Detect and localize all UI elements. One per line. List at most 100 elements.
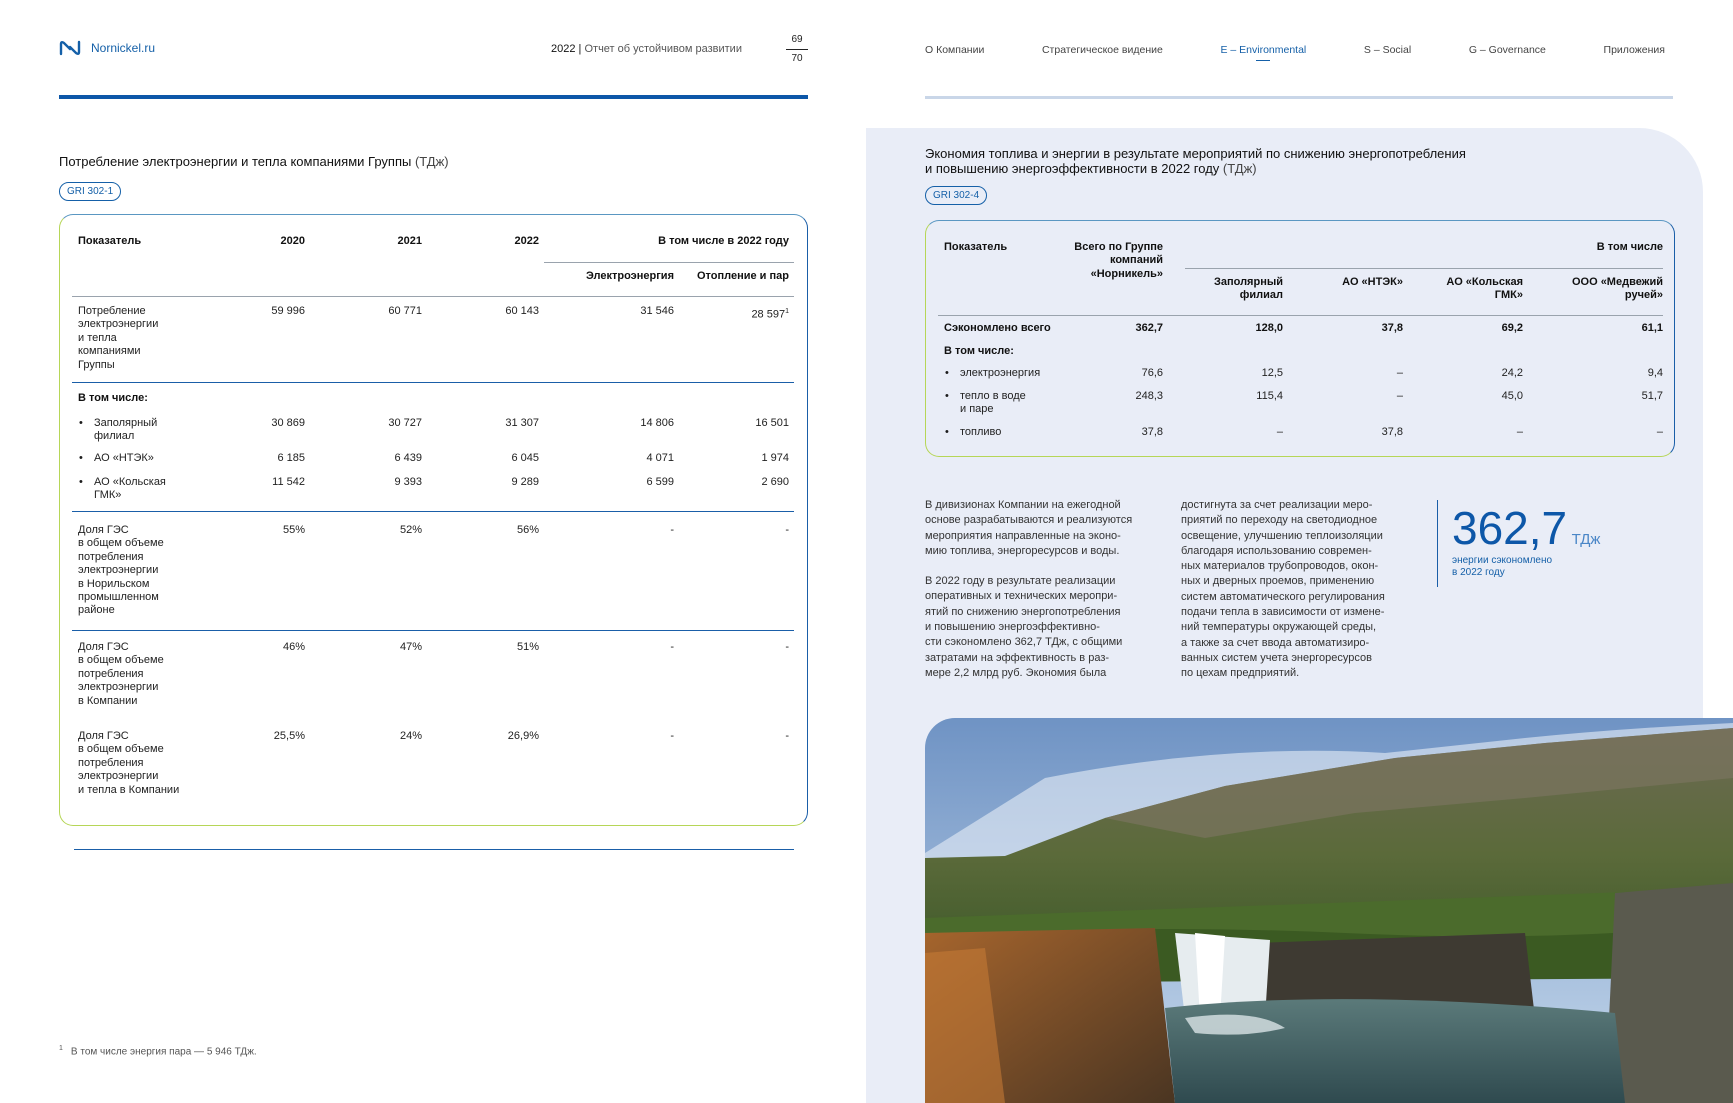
row-total-electricity: 31 546 — [640, 305, 674, 317]
nav-item-governance[interactable]: G – Governance — [1469, 44, 1546, 56]
left-table-unit: (ТДж) — [414, 154, 449, 169]
r-col-header-incl: В том числе — [1596, 241, 1663, 253]
page-total: 70 — [791, 53, 803, 64]
paragraph-1: В дивизионах Компании на ежегодной основ… — [925, 499, 1133, 557]
r-row-heat-total: 248,3 — [1135, 390, 1163, 402]
row-hpp-norilsk-2020: 55% — [282, 524, 305, 536]
row-hpp-total-2021: 24% — [399, 730, 422, 742]
nav-item-strategy[interactable]: Стратегическое видение — [1042, 44, 1163, 56]
r-row-heat-kola: 45,0 — [1501, 390, 1523, 402]
r-row-fuel-total: 37,8 — [1141, 426, 1163, 438]
nav-item-company[interactable]: О Компании — [925, 44, 984, 56]
header-rule — [72, 296, 794, 297]
gri-badge-right[interactable]: GRI 302-4 — [925, 186, 988, 205]
row-hpp-total-heat: - — [785, 730, 789, 742]
col-header-indicator: Показатель — [78, 235, 142, 247]
nav-item-appendices[interactable]: Приложения — [1604, 44, 1665, 56]
row-total-2020: 59 996 — [271, 305, 305, 317]
left-table: Показатель 2020 2021 2022 В том числе в … — [59, 214, 808, 826]
col-header-2022: 2022 — [514, 235, 539, 247]
r-row-el-total: 76,6 — [1141, 367, 1163, 379]
bullet-icon: • — [79, 417, 83, 429]
logo[interactable]: Nornickel.ru — [59, 40, 155, 56]
r-col-header-indicator: Показатель — [944, 241, 1008, 253]
nav-item-social[interactable]: S – Social — [1364, 44, 1411, 56]
row-zf-2022: 31 307 — [505, 417, 539, 429]
top-navigation: О Компании Стратегическое видение E – En… — [925, 44, 1665, 61]
row-kola-electricity: 6 599 — [646, 476, 674, 488]
r-row-fuel-ntek: 37,8 — [1381, 426, 1403, 438]
row-hpp-norilsk-2021: 52% — [399, 524, 422, 536]
footnote-mark: 1 — [59, 1045, 63, 1052]
waterfall-landscape-image — [925, 718, 1733, 1103]
r-row-saved-zf: 128,0 — [1255, 322, 1283, 334]
right-table-title: Экономия топлива и энергии в результате … — [925, 146, 1625, 176]
row-hpp-norilsk-electricity: - — [670, 524, 674, 536]
r-row-saved-kola: 69,2 — [1501, 322, 1523, 334]
row-zf-label: Заполярный филиал — [94, 417, 158, 443]
row-total-2022: 60 143 — [505, 305, 539, 317]
r-col-header-kola: АО «Кольская ГМК» — [1446, 276, 1523, 302]
row-kola-2021: 9 393 — [394, 476, 422, 488]
col-header-2021: 2021 — [397, 235, 422, 247]
row-hpp-company-2020: 46% — [282, 641, 305, 653]
r-incl-label: В том числе: — [944, 345, 1014, 357]
nav-item-environmental[interactable]: E – Environmental — [1220, 44, 1306, 61]
col-header-heat: Отопление и пар — [696, 270, 789, 282]
row-hpp-company-2022: 51% — [516, 641, 539, 653]
row-total-heat: 28 5971 — [699, 305, 789, 322]
r-col-header-ntek: АО «НТЭК» — [1342, 276, 1403, 288]
row-ntek-electricity: 4 071 — [646, 452, 674, 464]
header-subrule — [544, 262, 794, 263]
row-ntek-2021: 6 439 — [394, 452, 422, 464]
r-header-rule — [938, 315, 1663, 316]
bullet-icon: • — [945, 367, 949, 379]
header-rule-right — [925, 96, 1673, 99]
row-kola-heat: 2 690 — [761, 476, 789, 488]
r-row-el-zf: 12,5 — [1261, 367, 1283, 379]
report-year: 2022 — [551, 43, 576, 55]
r-row-heat-ntek: – — [1396, 390, 1403, 402]
report-separator: | — [578, 43, 582, 55]
r-col-header-zf: Заполярный филиал — [1213, 276, 1283, 302]
bullet-icon: • — [79, 476, 83, 488]
incl-label: В том числе: — [78, 392, 148, 404]
r-row-el-kola: 24,2 — [1501, 367, 1523, 379]
row-hpp-company-2021: 47% — [399, 641, 422, 653]
r-row-heat-label: тепло в воде и паре — [960, 390, 1026, 416]
col-header-incl-2022: В том числе в 2022 году — [658, 235, 789, 247]
col-header-2020: 2020 — [280, 235, 305, 247]
r-row-fuel-kola: – — [1516, 426, 1523, 438]
text-column-1: В дивизионах Компании на ежегодной основ… — [925, 498, 1170, 681]
r-row-heat-medv: 51,7 — [1641, 390, 1663, 402]
row-zf-2021: 30 727 — [388, 417, 422, 429]
left-table-title: Потребление электроэнергии и тепла компа… — [59, 154, 449, 169]
highlight-unit: ТДж — [1571, 531, 1601, 548]
row-hpp-norilsk-label: Доля ГЭС в общем объеме потребления элек… — [78, 524, 164, 617]
row-ntek-2022: 6 045 — [511, 452, 539, 464]
table-bottom-rule — [74, 849, 794, 850]
row-ntek-2020: 6 185 — [277, 452, 305, 464]
r-row-el-label: электроэнергия — [960, 367, 1041, 379]
r-row-el-ntek: – — [1396, 367, 1403, 379]
right-table-unit: (ТДж) — [1222, 161, 1257, 176]
row-hpp-company-electricity: - — [670, 641, 674, 653]
row-hpp-company-heat: - — [785, 641, 789, 653]
bullet-icon: • — [945, 390, 949, 402]
gri-badge-left[interactable]: GRI 302-1 — [59, 182, 122, 201]
footnote-text: В том числе энергия пара — 5 946 ТДж. — [70, 1046, 257, 1058]
site-link[interactable]: Nornickel.ru — [91, 41, 155, 55]
right-table-title-line1: Экономия топлива и энергии в результате … — [925, 146, 1466, 161]
page-current: 69 — [791, 34, 803, 45]
text-column-2: достигнута за счет реализации меро- прия… — [1181, 499, 1385, 680]
row-hpp-norilsk-heat: - — [785, 524, 789, 536]
col-header-electricity: Электроэнергия — [585, 270, 674, 282]
row-total-2021: 60 771 — [388, 305, 422, 317]
r-row-saved-ntek: 37,8 — [1381, 322, 1403, 334]
r-row-saved-medv: 61,1 — [1641, 322, 1663, 334]
highlight-value: 362,7 — [1452, 502, 1568, 554]
row-zf-heat: 16 501 — [755, 417, 789, 429]
r-header-subrule — [1185, 268, 1663, 269]
row-total-heat-value: 28 597 — [751, 308, 786, 321]
page-divider — [786, 49, 808, 50]
